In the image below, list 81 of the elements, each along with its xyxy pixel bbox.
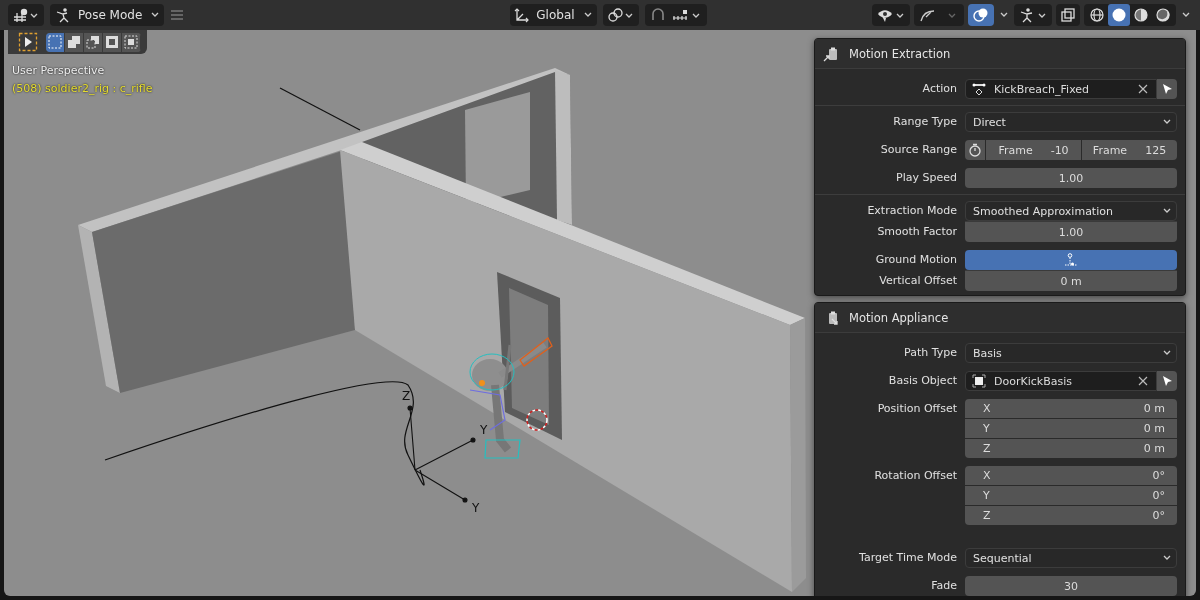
stopwatch-icon [968, 143, 982, 157]
eyedropper-button[interactable] [1157, 371, 1177, 391]
field-label: Position Offset [876, 401, 958, 417]
number-field[interactable]: Z 0° [965, 506, 1177, 525]
action-icon [972, 82, 986, 96]
dropdown-field[interactable]: Basis [965, 343, 1177, 363]
number-field[interactable]: 30 [965, 576, 1177, 596]
field-label: Ground Motion [874, 252, 958, 268]
object-icon [972, 374, 986, 388]
field-label: Range Type [892, 114, 958, 130]
number-field[interactable]: Z 0 m [965, 439, 1177, 458]
panel-header[interactable]: Motion Extraction [815, 39, 1185, 69]
stopwatch-button[interactable] [965, 140, 985, 160]
number-field[interactable]: X 0 m [965, 399, 1177, 418]
panel-header[interactable]: Motion Appliance [815, 303, 1185, 333]
dropdown-field[interactable]: Smoothed Approximation [965, 201, 1177, 221]
select-mode-button[interactable] [103, 32, 122, 52]
select-mode-button[interactable] [84, 32, 103, 52]
field-label: Target Time Mode [858, 550, 958, 566]
field-label: Smooth Factor [876, 223, 958, 240]
field-label: Action [921, 81, 958, 97]
field-label: Path Type [903, 345, 958, 361]
overlays-icon [972, 7, 990, 23]
caret-icon [150, 11, 161, 19]
axis-label: Y [472, 501, 480, 515]
pivot-button[interactable] [602, 4, 639, 26]
number-field[interactable]: Frame -10 [986, 140, 1081, 160]
dropdown-field[interactable]: Sequential [965, 548, 1177, 568]
number-field[interactable]: 1.00 [965, 221, 1177, 242]
number-field[interactable]: X 0° [965, 466, 1177, 485]
panel-title: Motion Extraction [849, 46, 951, 61]
axis-label: Y [480, 423, 488, 437]
panel-title: Motion Appliance [849, 310, 949, 325]
number-field[interactable]: Y 0 m [965, 419, 1177, 438]
viewport[interactable] [4, 30, 1196, 596]
eye-icon [876, 7, 906, 23]
cursor-icon [1160, 82, 1174, 96]
close-icon[interactable] [1138, 376, 1148, 386]
axis-label: Z [402, 389, 411, 403]
overlays-button[interactable] [968, 4, 994, 26]
gizmo-button[interactable] [914, 4, 964, 26]
view-name: User Perspective [12, 63, 106, 79]
number-field[interactable]: Frame 125 [1082, 140, 1177, 160]
select-tool-button[interactable] [18, 32, 38, 52]
visibility-button[interactable] [872, 4, 910, 26]
xray-button[interactable] [1056, 4, 1080, 26]
axes-icon [514, 7, 531, 23]
field-label: Extraction Mode [866, 203, 958, 219]
field-label: Fade [930, 578, 958, 594]
field-label: Rotation Offset [873, 468, 958, 484]
cursor-icon [1160, 374, 1174, 388]
caret-icon [582, 11, 593, 19]
field-label: Source Range [879, 142, 958, 158]
editor-type-button[interactable] [8, 4, 44, 26]
field-label: Vertical Offset [878, 272, 958, 289]
object-info: (508) soldier2_rig : c_rifle [12, 81, 153, 97]
select-mode-button[interactable] [65, 32, 84, 52]
datablock-field[interactable]: KickBreach_Fixed [965, 79, 1157, 99]
field-label: Basis Object [887, 373, 958, 389]
select-mode-button[interactable] [122, 32, 141, 52]
number-field[interactable]: 0 m [965, 270, 1177, 291]
field-label: Play Speed [895, 170, 958, 186]
mode-dropdown[interactable]: Pose Mode [50, 4, 165, 26]
shading-button[interactable] [1108, 4, 1130, 26]
snap-button[interactable] [644, 4, 707, 26]
datablock-field[interactable]: DoorKickBasis [965, 371, 1157, 391]
select-mode-button[interactable] [46, 32, 65, 52]
caret-icon [1162, 207, 1172, 215]
close-icon[interactable] [1138, 84, 1148, 94]
caret-icon [1162, 554, 1172, 562]
dropdown-field[interactable]: Direct [965, 112, 1177, 132]
toggle-button[interactable] [965, 250, 1177, 270]
orientation-dropdown[interactable]: Global [510, 4, 597, 26]
caret-icon [1162, 349, 1172, 357]
ground-icon [1064, 253, 1078, 267]
clipboard-icon [823, 45, 839, 62]
pose-gizmo-button[interactable] [1014, 4, 1052, 26]
eyedropper-button[interactable] [1157, 79, 1177, 99]
number-field[interactable]: 1.00 [965, 168, 1177, 188]
number-field[interactable]: Y 0° [965, 486, 1177, 505]
caret-icon [1162, 118, 1172, 126]
